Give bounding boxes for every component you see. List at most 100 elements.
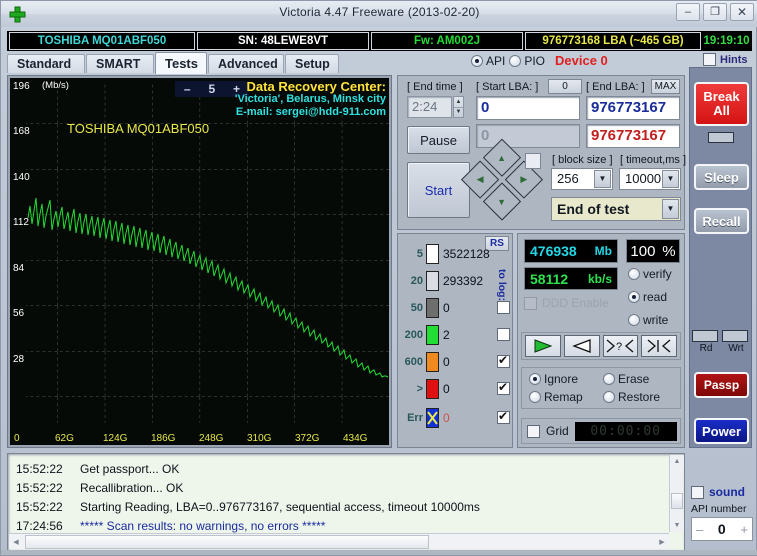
- end-time-spinner[interactable]: ▲ ▼: [453, 96, 464, 118]
- title-bar: Victoria 4.47 Freeware (2013-02-20) – ❐ …: [1, 1, 757, 27]
- api-number-stepper[interactable]: – 0 +: [691, 517, 753, 541]
- legend-swatch: [426, 270, 439, 291]
- y-tick-140: 140: [13, 172, 30, 183]
- legend-to-log-checkbox[interactable]: [497, 409, 510, 424]
- rd-led-group: Rd: [692, 330, 720, 354]
- ddd-enable-toggle[interactable]: DDD Enable: [524, 296, 609, 310]
- dpad-left-icon: ◀: [476, 174, 484, 185]
- api-number-minus-button[interactable]: –: [696, 522, 703, 537]
- device-capacity: 976773168 LBA (~465 GB): [525, 32, 701, 50]
- rw-activity-leds: Rd Wrt: [692, 330, 751, 354]
- scan-nav-bar: ?: [521, 332, 681, 360]
- grid-label: Grid: [546, 424, 569, 438]
- pause-button[interactable]: Pause: [407, 126, 470, 154]
- radio-restore[interactable]: Restore: [603, 390, 660, 404]
- end-lba-max-button[interactable]: MAX: [651, 79, 680, 94]
- sidebar-indicator-led: [708, 132, 734, 143]
- log-entry: 17:24:56 ***** Scan results: no warnings,…: [16, 519, 325, 533]
- radio-erase[interactable]: Erase: [603, 372, 649, 386]
- tab-smart[interactable]: SMART: [86, 54, 154, 73]
- log-vertical-scrollbar[interactable]: ▲ ▼: [669, 455, 684, 532]
- dpad-up-icon: ▲: [497, 152, 507, 163]
- block-size-select[interactable]: 256 ▼: [551, 168, 613, 190]
- log-hscroll-thumb[interactable]: [25, 534, 430, 549]
- maximize-button[interactable]: ❐: [703, 3, 727, 21]
- legend-row: 200 2: [398, 321, 514, 348]
- end-time-up-arrow[interactable]: ▲: [454, 97, 463, 108]
- scroll-left-icon[interactable]: ◀: [9, 535, 23, 549]
- end-time-field[interactable]: 2:24: [407, 96, 452, 118]
- radio-remap[interactable]: Remap: [529, 390, 583, 404]
- legend-to-log-checkbox[interactable]: [497, 380, 510, 395]
- legend-to-log-checkbox[interactable]: [497, 328, 510, 341]
- log-panel[interactable]: 15:52:22 Get passport... OK 15:52:22 Recal…: [7, 453, 685, 551]
- play-backward-button[interactable]: [563, 335, 600, 357]
- hints-label: Hints: [720, 53, 748, 66]
- scroll-up-icon[interactable]: ▲: [670, 455, 684, 468]
- end-time-down-arrow[interactable]: ▼: [454, 108, 463, 118]
- passport-button[interactable]: Passp: [694, 372, 749, 398]
- timeout-select[interactable]: 10000 ▼: [619, 168, 681, 190]
- grid-checkbox[interactable]: [527, 424, 540, 438]
- end-of-test-select[interactable]: End of test ▼: [551, 197, 681, 221]
- y-tick-112: 112: [13, 217, 29, 228]
- radio-write[interactable]: write: [628, 313, 668, 327]
- scale-minus-button[interactable]: –: [184, 82, 191, 96]
- current-speed-readout: 58112 kb/s: [524, 267, 618, 290]
- close-button[interactable]: ✕: [730, 3, 754, 21]
- graph-units-label: (Mb/s): [42, 80, 69, 91]
- sleep-button[interactable]: Sleep: [694, 164, 749, 190]
- log-horizontal-scrollbar[interactable]: ◀ ▶: [9, 533, 669, 549]
- speed-graph[interactable]: (Mb/s) 196 168 140 112 84 56 28 0 62G 12…: [10, 78, 389, 445]
- radio-ignore[interactable]: Ignore: [529, 372, 578, 386]
- legend-to-log-checkbox[interactable]: [497, 353, 510, 368]
- radio-verify[interactable]: verify: [628, 267, 672, 281]
- start-lba-input[interactable]: 0: [476, 96, 580, 120]
- log-timestamp: 15:52:22: [16, 500, 63, 514]
- power-button[interactable]: Power: [694, 418, 749, 444]
- legend-row: 20 293392: [398, 267, 514, 294]
- sound-checkbox[interactable]: [691, 485, 704, 499]
- api-number-plus-button[interactable]: +: [740, 522, 748, 537]
- tab-standard[interactable]: Standard: [7, 54, 85, 73]
- graph-overlay-model: TOSHIBA MQ01ABF050: [67, 121, 210, 136]
- hints-checkbox[interactable]: [703, 53, 716, 66]
- radio-read[interactable]: read: [628, 290, 667, 304]
- sound-toggle[interactable]: sound: [691, 485, 745, 499]
- radio-pio[interactable]: PIO: [509, 54, 545, 68]
- scroll-down-icon[interactable]: ▼: [670, 519, 684, 532]
- tab-tests[interactable]: Tests: [155, 52, 207, 74]
- scroll-right-icon[interactable]: ▶: [655, 535, 669, 549]
- speed-graph-panel: (Mb/s) 196 168 140 112 84 56 28 0 62G 12…: [7, 75, 392, 448]
- legend-row: Err 0: [398, 404, 514, 431]
- hints-toggle[interactable]: Hints: [703, 53, 748, 66]
- radio-pio-label: PIO: [524, 53, 546, 68]
- legend-swatch: [426, 351, 439, 372]
- minimize-button[interactable]: –: [676, 3, 700, 21]
- log-text: Starting Reading, LBA=0..976773167, sequ…: [80, 500, 480, 514]
- block-size-value: 256: [557, 171, 579, 186]
- seek-end-button[interactable]: [641, 335, 677, 357]
- tab-advanced[interactable]: Advanced: [208, 54, 284, 73]
- recall-button[interactable]: Recall: [694, 208, 749, 234]
- play-backward-icon: [571, 339, 591, 353]
- block-size-chevron-down-icon[interactable]: ▼: [594, 170, 611, 188]
- dpad-side-checkbox[interactable]: [525, 153, 541, 169]
- log-vscroll-thumb[interactable]: [671, 493, 683, 509]
- end-of-test-chevron-down-icon[interactable]: ▼: [662, 199, 679, 219]
- log-hscroll-track[interactable]: [23, 534, 655, 549]
- break-all-button[interactable]: Break All: [694, 82, 749, 126]
- play-forward-button[interactable]: [525, 335, 561, 357]
- start-button[interactable]: Start: [407, 162, 470, 218]
- timeout-chevron-down-icon[interactable]: ▼: [662, 170, 679, 188]
- end-lba-input[interactable]: 976773167: [586, 96, 680, 120]
- start-lba-zero-button[interactable]: 0: [548, 79, 582, 94]
- seek-random-button[interactable]: ?: [602, 335, 639, 357]
- ddd-enable-checkbox[interactable]: [524, 296, 537, 310]
- victoria-app-window: Victoria 4.47 Freeware (2013-02-20) – ❐ …: [0, 0, 757, 556]
- radio-api[interactable]: API: [471, 54, 505, 68]
- rd-label: Rd: [699, 343, 713, 354]
- tab-setup[interactable]: Setup: [285, 54, 339, 73]
- radio-read-indicator: [628, 291, 640, 303]
- legend-to-log-checkbox[interactable]: [497, 301, 510, 314]
